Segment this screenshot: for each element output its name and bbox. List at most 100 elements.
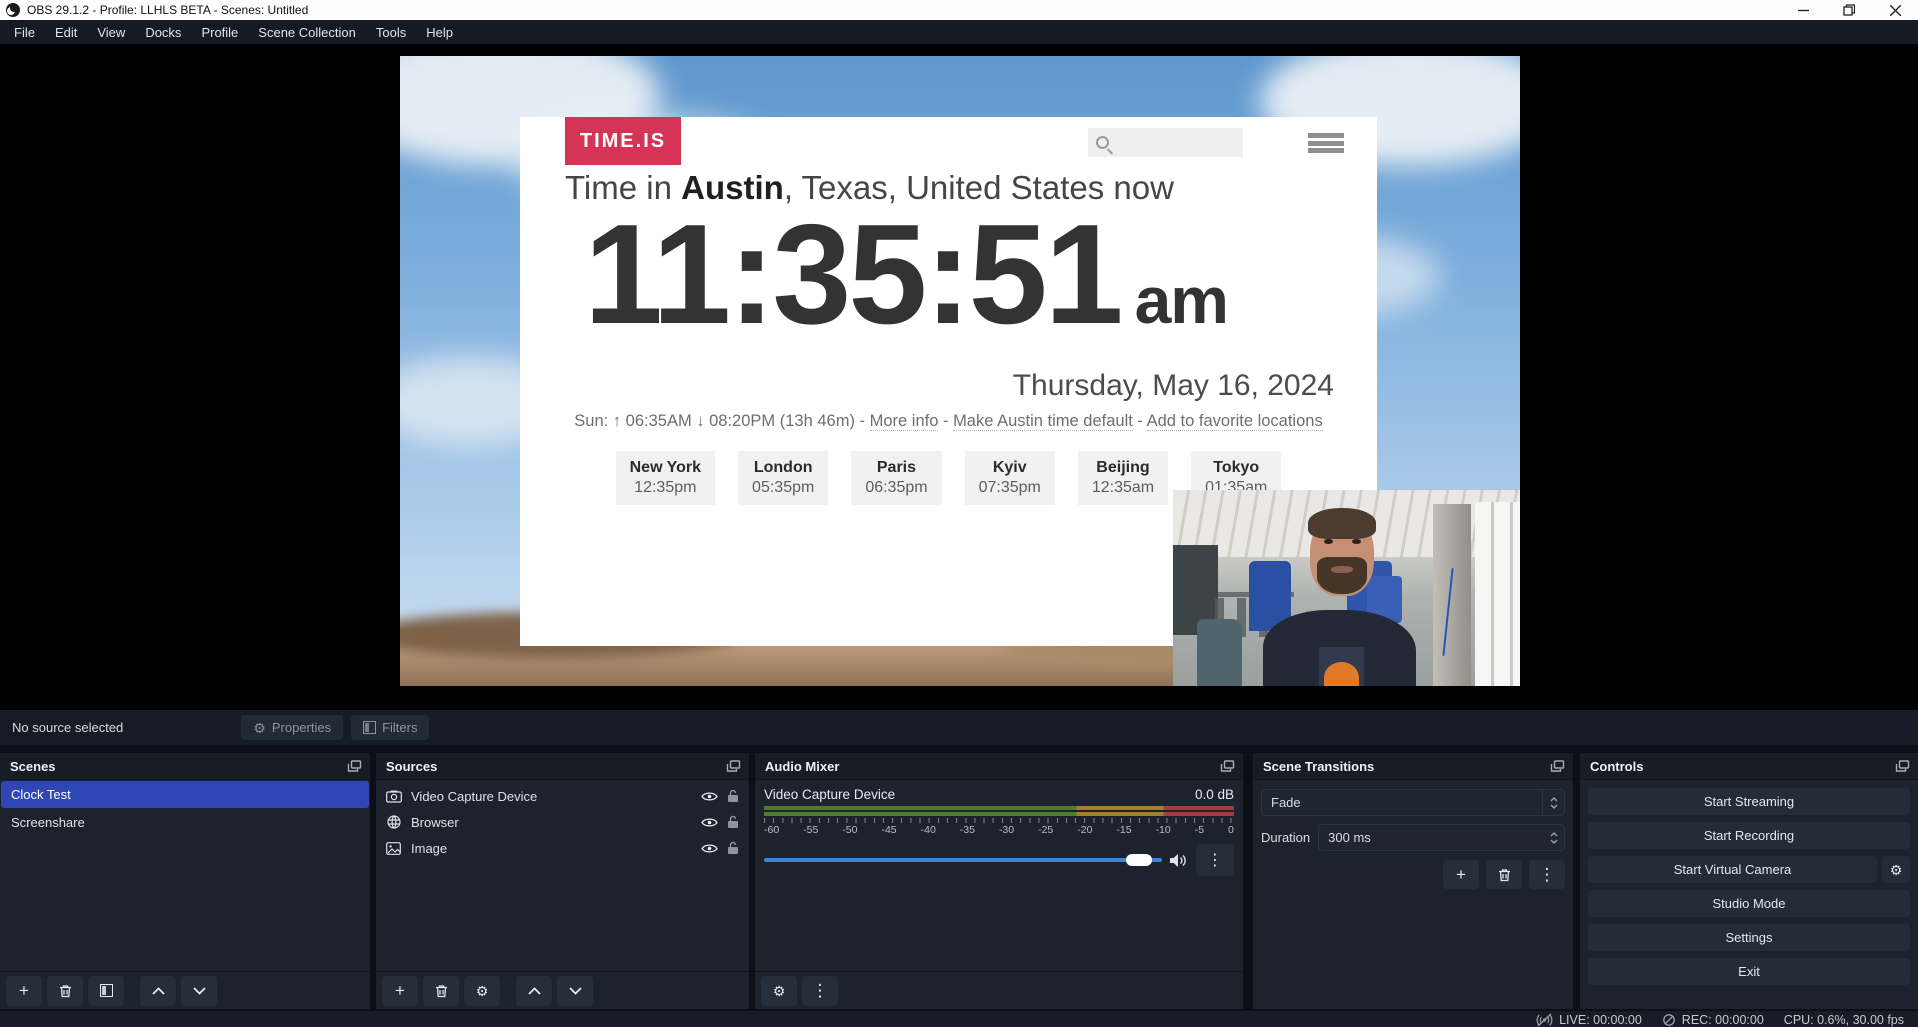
scenes-dock: Scenes Clock Test Screenshare + — [0, 753, 370, 1009]
source-item-video-capture[interactable]: Video Capture Device — [376, 783, 749, 809]
properties-button[interactable]: ⚙ Properties — [241, 715, 343, 740]
select-carets — [1542, 790, 1564, 815]
timeis-logo[interactable]: TIME.IS — [565, 117, 681, 165]
world-clock-kyiv[interactable]: Kyiv07:35pm — [965, 451, 1055, 505]
menu-profile[interactable]: Profile — [191, 22, 248, 43]
record-inactive-icon — [1662, 1013, 1676, 1027]
remove-transition-button[interactable] — [1486, 860, 1522, 889]
advanced-audio-button[interactable]: ⚙ — [761, 976, 797, 1006]
chevron-up-icon — [528, 987, 541, 995]
transitions-dock-title: Scene Transitions — [1263, 759, 1374, 774]
virtual-camera-config-button[interactable]: ⚙ — [1882, 856, 1910, 883]
lock-icon[interactable] — [727, 815, 739, 829]
spin-carets[interactable] — [1544, 832, 1564, 844]
visibility-eye-icon[interactable] — [701, 817, 718, 828]
dock-row: Scenes Clock Test Screenshare + — [0, 753, 1918, 1009]
dock-popout-icon[interactable] — [1895, 760, 1910, 773]
stream-inactive-icon — [1536, 1013, 1553, 1027]
add-source-button[interactable]: + — [382, 976, 418, 1006]
add-favorite-link[interactable]: Add to favorite locations — [1147, 412, 1323, 431]
obs-logo-icon — [6, 3, 20, 17]
add-scene-button[interactable]: + — [6, 976, 42, 1006]
scene-preview[interactable]: TIME.IS Time in Austin, Texas, United St… — [400, 56, 1520, 686]
scene-transitions-dock: Scene Transitions Fade Duration 300 ms — [1253, 753, 1573, 1009]
remove-scene-button[interactable] — [47, 976, 83, 1006]
filters-icon — [100, 984, 113, 997]
move-scene-down-button[interactable] — [181, 976, 217, 1006]
source-properties-button[interactable]: ⚙ — [464, 976, 500, 1006]
menu-tools[interactable]: Tools — [366, 22, 416, 43]
scene-item-clock-test[interactable]: Clock Test — [1, 781, 369, 808]
move-source-down-button[interactable] — [557, 976, 593, 1006]
titlebar: OBS 29.1.2 - Profile: LLHLS BETA - Scene… — [0, 0, 1918, 20]
transition-select[interactable]: Fade — [1261, 789, 1565, 816]
world-clock-beijing[interactable]: Beijing12:35am — [1078, 451, 1168, 505]
current-time: 11:35:51 am — [584, 193, 1364, 356]
camera-icon — [385, 790, 402, 803]
time-digits: 11:35:51 — [584, 193, 1121, 356]
source-item-browser[interactable]: Browser — [376, 809, 749, 835]
source-status-text: No source selected — [12, 720, 123, 735]
timeis-search-input[interactable] — [1088, 128, 1243, 157]
menu-edit[interactable]: Edit — [45, 22, 87, 43]
source-item-image[interactable]: Image — [376, 835, 749, 861]
mixer-menu-button[interactable]: ⋮ — [802, 976, 838, 1006]
more-info-link[interactable]: More info — [870, 412, 939, 431]
dock-popout-icon[interactable] — [1220, 760, 1235, 773]
status-bar: LIVE: 00:00:00 REC: 00:00:00 CPU: 0.6%, … — [0, 1011, 1918, 1027]
studio-mode-button[interactable]: Studio Mode — [1588, 890, 1910, 917]
settings-button[interactable]: Settings — [1588, 924, 1910, 951]
window-title: OBS 29.1.2 - Profile: LLHLS BETA - Scene… — [27, 3, 308, 17]
menu-docks[interactable]: Docks — [135, 22, 191, 43]
minimize-button[interactable] — [1780, 0, 1826, 20]
volume-meter: -60-55-50 -45-40-35 -30-25-20 -15-10-5 0 — [764, 806, 1234, 836]
world-clock-london[interactable]: London05:35pm — [738, 451, 828, 505]
chevron-up-icon — [152, 987, 165, 995]
world-clock-newyork[interactable]: New York12:35pm — [616, 451, 715, 505]
hamburger-menu-icon[interactable] — [1308, 130, 1344, 156]
world-clock-paris[interactable]: Paris06:35pm — [851, 451, 941, 505]
transition-properties-button[interactable]: ⋮ — [1529, 860, 1565, 889]
start-virtual-camera-button[interactable]: Start Virtual Camera — [1588, 856, 1877, 883]
mixer-level-db: 0.0 dB — [1195, 787, 1234, 802]
lock-icon[interactable] — [727, 789, 739, 803]
start-streaming-button[interactable]: Start Streaming — [1588, 788, 1910, 815]
start-recording-button[interactable]: Start Recording — [1588, 822, 1910, 849]
speaker-icon[interactable] — [1170, 853, 1188, 868]
restore-button[interactable] — [1826, 0, 1872, 20]
dock-popout-icon[interactable] — [726, 760, 741, 773]
duration-spinbox[interactable]: 300 ms — [1318, 824, 1565, 851]
dock-popout-icon[interactable] — [347, 760, 362, 773]
move-source-up-button[interactable] — [516, 976, 552, 1006]
lock-icon[interactable] — [727, 841, 739, 855]
menu-help[interactable]: Help — [416, 22, 463, 43]
controls-dock: Controls Start Streaming Start Recording… — [1580, 753, 1918, 1009]
filters-icon — [363, 721, 376, 734]
make-default-link[interactable]: Make Austin time default — [953, 412, 1133, 431]
gears-icon: ⚙ — [773, 984, 786, 998]
volume-slider-handle[interactable] — [1126, 854, 1152, 866]
cpu-fps-stats: CPU: 0.6%, 30.00 fps — [1784, 1013, 1904, 1027]
visibility-eye-icon[interactable] — [701, 791, 718, 802]
dock-popout-icon[interactable] — [1550, 760, 1565, 773]
sun-info-line: Sun: ↑ 06:35AM ↓ 08:20PM (13h 46m) - Mor… — [520, 412, 1377, 431]
audio-mixer-dock: Audio Mixer Video Capture Device 0.0 dB … — [755, 753, 1243, 1009]
webcam-video — [1173, 490, 1520, 686]
move-scene-up-button[interactable] — [140, 976, 176, 1006]
remove-source-button[interactable] — [423, 976, 459, 1006]
visibility-eye-icon[interactable] — [701, 843, 718, 854]
globe-icon — [385, 815, 402, 829]
webcam-window — [1475, 502, 1520, 686]
menu-view[interactable]: View — [87, 22, 135, 43]
scene-filters-button[interactable] — [88, 976, 124, 1006]
menu-scene-collection[interactable]: Scene Collection — [248, 22, 366, 43]
menu-file[interactable]: File — [4, 22, 45, 43]
exit-button[interactable]: Exit — [1588, 958, 1910, 985]
chevron-down-icon — [193, 987, 206, 995]
close-button[interactable] — [1872, 0, 1918, 20]
scene-item-screenshare[interactable]: Screenshare — [1, 809, 369, 836]
filters-button[interactable]: Filters — [351, 715, 429, 740]
mixer-options-button[interactable]: ⋮ — [1196, 844, 1234, 876]
volume-slider[interactable] — [764, 858, 1162, 862]
add-transition-button[interactable]: + — [1443, 860, 1479, 889]
